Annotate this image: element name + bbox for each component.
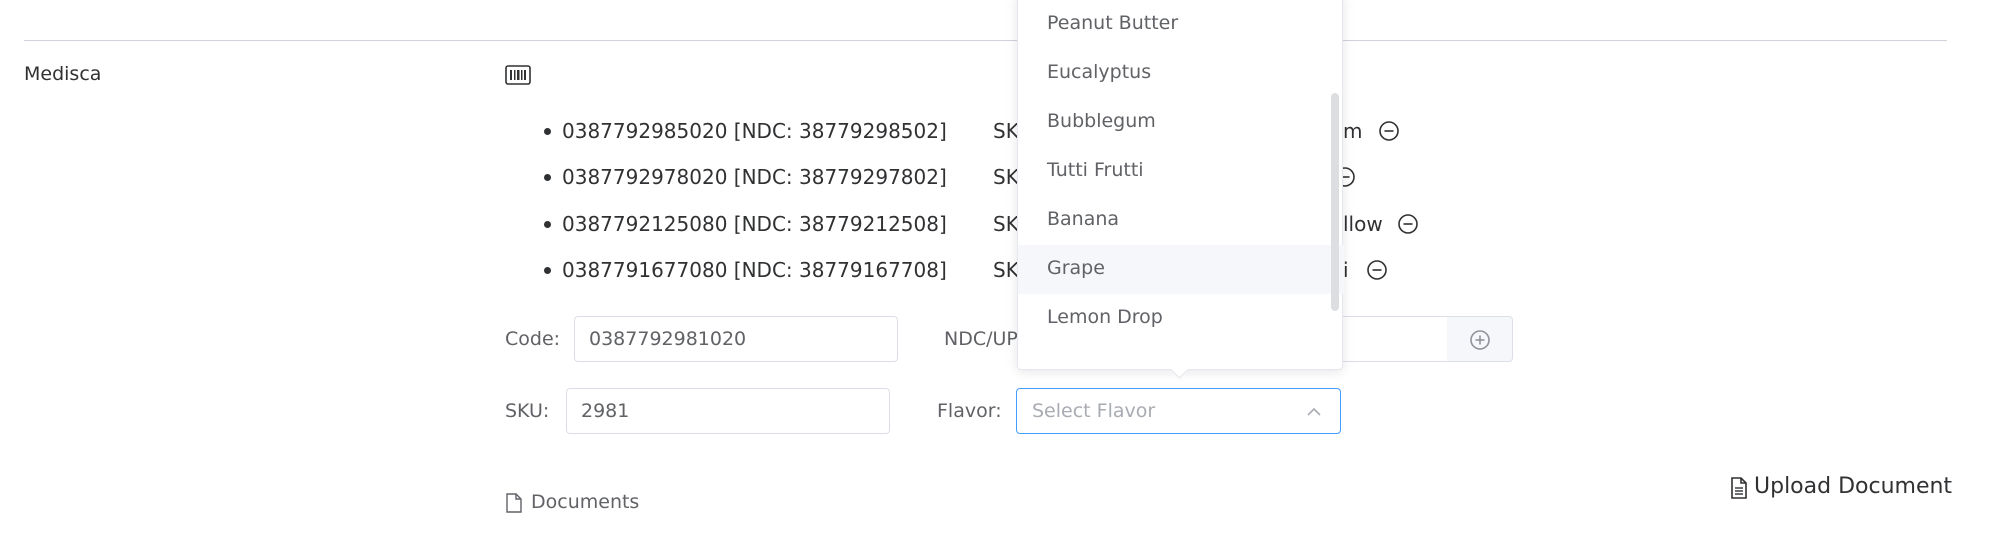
code-sku-text: SK xyxy=(993,212,1019,236)
sku-input[interactable] xyxy=(566,388,890,434)
bullet-icon xyxy=(544,128,551,135)
code-list-item: 0387792125080 [NDC: 38779212508] xyxy=(544,212,947,236)
bullet-icon xyxy=(544,174,551,181)
flavor-option[interactable]: Tutti Frutti xyxy=(1018,147,1344,196)
code-sku-text: SK xyxy=(993,119,1019,143)
flavor-option[interactable]: Lemon Drop xyxy=(1018,294,1344,343)
sku-label: SKU: xyxy=(505,400,550,422)
flavor-select-placeholder: Select Flavor xyxy=(1032,400,1156,422)
code-flavor-text: m xyxy=(1343,119,1363,143)
flavor-option[interactable]: Bubblegum xyxy=(1018,98,1344,147)
remove-code-icon[interactable] xyxy=(1366,259,1388,281)
document-icon xyxy=(1731,477,1747,499)
upload-document-button[interactable]: Upload Document xyxy=(1730,474,1952,504)
flavor-select[interactable]: Select Flavor xyxy=(1016,388,1341,434)
flavor-label: Flavor: xyxy=(937,400,1002,422)
code-entry-text: 0387792978020 [NDC: 38779297802] xyxy=(562,165,947,189)
flavor-dropdown: Peanut Butter Eucalyptus Bubblegum Tutti… xyxy=(1017,0,1344,379)
remove-code-icon[interactable] xyxy=(1397,213,1419,235)
code-list-item: 0387792985020 [NDC: 38779298502] xyxy=(544,119,947,143)
code-input[interactable] xyxy=(574,316,898,362)
remove-code-icon[interactable] xyxy=(1378,120,1400,142)
ndc-label: NDC/UP xyxy=(944,328,1018,350)
upload-document-label: Upload Document xyxy=(1754,474,1953,499)
dropdown-arrow xyxy=(1170,360,1189,379)
code-sku-text: SK xyxy=(993,165,1019,189)
flavor-option[interactable]: Peanut Butter xyxy=(1018,0,1344,49)
code-flavor-text: llow xyxy=(1343,212,1383,236)
code-entry-text: 0387792125080 [NDC: 38779212508] xyxy=(562,212,947,236)
code-label: Code: xyxy=(505,328,561,350)
bullet-icon xyxy=(544,221,551,228)
barcode-icon[interactable] xyxy=(505,65,531,85)
flavor-option-hovered[interactable]: Grape xyxy=(1018,245,1344,294)
section-divider xyxy=(24,40,1947,41)
code-list-item: 0387792978020 [NDC: 38779297802] xyxy=(544,165,947,189)
ndc-input[interactable] xyxy=(1330,316,1448,362)
chevron-up-icon xyxy=(1307,407,1321,416)
flavor-option[interactable]: Banana xyxy=(1018,196,1344,245)
code-list-item: 0387791677080 [NDC: 38779167708] xyxy=(544,258,947,282)
dropdown-scrollbar[interactable] xyxy=(1331,93,1339,311)
file-icon xyxy=(506,493,522,513)
vendor-name: Medisca xyxy=(24,63,102,85)
code-entry-text: 0387791677080 [NDC: 38779167708] xyxy=(562,258,947,282)
documents-label: Documents xyxy=(531,491,640,513)
code-sku-text: SK xyxy=(993,258,1019,282)
bullet-icon xyxy=(544,267,551,274)
code-entry-text: 0387792985020 [NDC: 38779298502] xyxy=(562,119,947,143)
flavor-option[interactable]: Eucalyptus xyxy=(1018,49,1344,98)
plus-circle-icon xyxy=(1470,330,1490,350)
add-code-button[interactable] xyxy=(1447,316,1513,362)
